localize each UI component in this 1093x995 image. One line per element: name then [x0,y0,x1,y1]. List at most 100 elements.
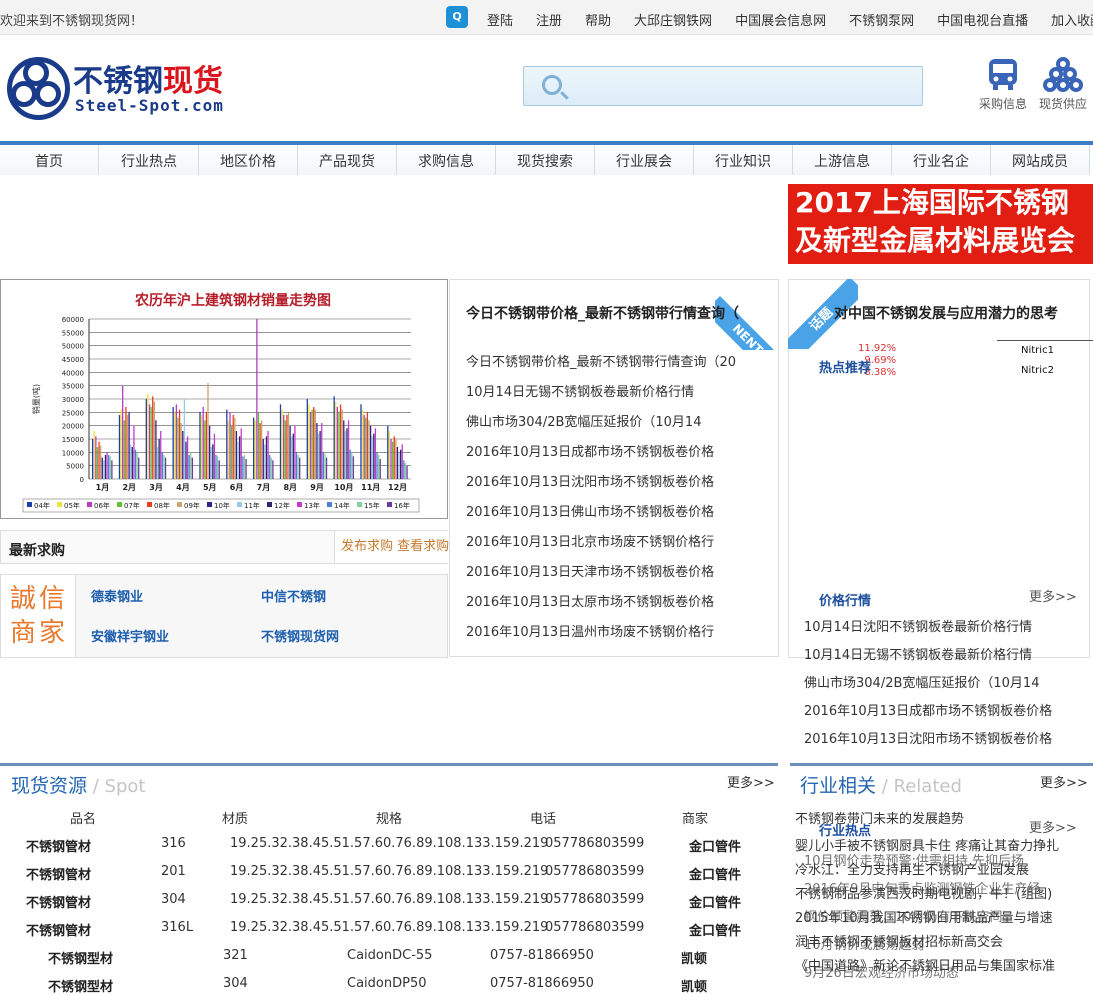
nav-home[interactable]: 首页 [0,145,99,175]
chart-bar [387,425,389,479]
spot-cell-name[interactable]: 不锈钢管材 [26,920,91,939]
spot-cell-material: 304 [161,892,186,907]
nav-upstream-info[interactable]: 上游信息 [793,145,892,175]
logo-text[interactable]: 不锈钢现货 [73,56,223,100]
nav-site-members[interactable]: 网站成员 [991,145,1090,175]
nav-industry-knowledge[interactable]: 行业知识 [694,145,793,175]
chart-xtick-label: 10月 [334,483,353,492]
news-item[interactable]: 2016年10月13日温州市场废不锈钢价格行 [466,618,776,648]
daqiuzhuang-link[interactable]: 大邱庄钢铁网 [634,10,712,29]
spot-cell-merchant[interactable]: 金口管件 [689,836,741,855]
nav-famous-companies[interactable]: 行业名企 [892,145,991,175]
price-item[interactable]: 10月14日沈阳不锈钢板卷最新价格行情 [804,614,1052,642]
hot-item[interactable]: 钢价预警震荡，10月仍有下跌空间 [804,904,1040,932]
chart-legend-label: 13年 [304,501,320,510]
related-more-link[interactable]: 更多>> [1040,772,1088,791]
news-headline[interactable]: 今日不锈钢带价格_最新不锈钢带行情查询（ [466,303,739,323]
pump-link[interactable]: 不锈钢泵网 [849,10,914,29]
spot-cell-name[interactable]: 不锈钢管材 [26,836,91,855]
merchant-link[interactable]: 不锈钢现货网 [261,626,339,645]
help-link[interactable]: 帮助 [585,10,611,29]
chart-bar [286,415,288,479]
news-item[interactable]: 2016年10月13日太原市场不锈钢板卷价格 [466,588,776,618]
chart-bar [155,420,157,479]
chart-xtick-label: 1月 [96,483,110,492]
nav-industry-expo[interactable]: 行业展会 [595,145,694,175]
merchant-link[interactable]: 德泰钢业 [91,586,143,605]
nav-product-spot[interactable]: 产品现货 [298,145,397,175]
news-item[interactable]: 2016年10月13日成都市场不锈钢板卷价格 [466,438,776,468]
spot-cell-name[interactable]: 不锈钢型材 [48,948,113,967]
spot-more-link[interactable]: 更多>> [727,772,775,791]
news-item[interactable]: 10月14日无锡不锈钢板卷最新价格行情 [466,378,776,408]
nav-purchase-info[interactable]: 求购信息 [397,145,496,175]
add-favorite-link[interactable]: 加入收藏 [1051,10,1093,29]
price-item[interactable]: 2016年10月13日沈阳市场不锈钢板卷价格 [804,726,1052,754]
spot-cell-merchant[interactable]: 凯顿 [681,976,707,995]
price-item[interactable]: 佛山市场304/2B宽幅压延报价（10月14 [804,670,1052,698]
news-item[interactable]: 今日不锈钢带价格_最新不锈钢带行情查询（20 [466,348,776,378]
qq-icon[interactable]: Q [446,6,468,28]
chart-bar [311,409,313,479]
topic-title[interactable]: 对中国不锈钢发展与应用潜力的思考 [834,303,1058,323]
chart-ylabel: 销量(吨) [31,384,41,414]
purchase-links[interactable]: 发布求购 查看求购 [334,531,449,563]
price-more-link[interactable]: 更多>> [1029,586,1077,605]
login-link[interactable]: 登陆 [487,10,513,29]
tv-live-link[interactable]: 中国电视台直播 [937,10,1028,29]
hot-item[interactable]: 10月钢价或震荡趋弱 [804,932,1040,960]
search-input[interactable] [523,66,923,106]
spot-cell-name[interactable]: 不锈钢管材 [26,864,91,883]
spot-cell-spec: 19.25.32.38.45.51.57.60.76.89.108.133.15… [230,864,549,879]
chart-bar [178,409,181,479]
industry-hot-more-link[interactable]: 更多>> [1029,817,1077,836]
chart-bar [240,428,242,479]
purchase-info-label: 采购信息 [978,97,1027,111]
chart-bar [399,449,402,479]
news-item[interactable]: 2016年10月13日佛山市场不锈钢板卷价格 [466,498,776,528]
sales-chart-svg: 农历年沪上建筑钢材销量走势图销量(吨) 0 5000 10000 15000 20000 2… [22,292,420,513]
nav-spot-search[interactable]: 现货搜索 [496,145,595,175]
nav-regional-price[interactable]: 地区价格 [199,145,298,175]
spot-cell-merchant[interactable]: 凯顿 [681,948,707,967]
sales-chart[interactable]: 农历年沪上建筑钢材销量走势图 销量(吨) 0 5000 10000 15000 20000 2… [0,279,448,519]
purchase-info-button[interactable]: 采购信息 [973,55,1033,112]
news-item[interactable]: 2016年10月13日沈阳市场不锈钢板卷价格 [466,468,776,498]
chart-bar [254,420,256,479]
chart-bar [314,409,316,479]
logo-domain[interactable]: Steel-Spot.com [75,96,224,115]
register-link[interactable]: 注册 [536,10,562,29]
news-item[interactable]: 佛山市场304/2B宽幅压延报价（10月14 [466,408,776,438]
spot-cell-merchant[interactable]: 金口管件 [689,920,741,939]
spot-supply-button[interactable]: 现货供应 [1033,55,1093,112]
spot-cell-name[interactable]: 不锈钢型材 [48,976,113,995]
chart-legend-swatch [87,502,92,507]
spot-cell-material: 321 [223,948,248,963]
news-item[interactable]: 2016年10月13日北京市场废不锈钢价格行 [466,528,776,558]
expo-banner[interactable]: 2017上海国际不锈钢 及新型金属材料展览会 [788,184,1093,264]
chart-bar [339,404,342,479]
spot-cell-merchant[interactable]: 金口管件 [689,864,741,883]
merchant-link[interactable]: 中信不锈钢 [261,586,326,605]
chart-legend-swatch [357,502,362,507]
search-icon[interactable] [542,75,562,95]
hot-item[interactable]: 2016年9月中旬重点监测钢铁企业生产经 [804,876,1040,904]
chart-bar [333,396,335,479]
spot-cell-material: 304 [223,976,248,991]
spot-cell-material: 201 [161,864,186,879]
hot-item[interactable]: 9月26日宏观经济市场动态 [804,960,1040,988]
spot-cell-merchant[interactable]: 金口管件 [689,892,741,911]
hot-item[interactable]: 10月钢价走势预警:供需相持 先抑后扬 [804,848,1040,876]
chart-bar [393,436,395,479]
industry-hot-list: 10月钢价走势预警:供需相持 先抑后扬 2016年9月中旬重点监测钢铁企业生产经… [804,848,1040,988]
logo-mark-icon[interactable] [7,57,70,120]
expo-info-link[interactable]: 中国展会信息网 [735,10,826,29]
news-item[interactable]: 2016年10月13日天津市场不锈钢板卷价格 [466,558,776,588]
nav-industry-hot[interactable]: 行业热点 [100,145,199,175]
merchant-link[interactable]: 安徽祥宇钢业 [91,626,169,645]
chart-xtick-label: 11月 [361,483,380,492]
price-item[interactable]: 10月14日无锡不锈钢板卷最新价格行情 [804,642,1052,670]
chart-legend-swatch [237,502,242,507]
spot-cell-name[interactable]: 不锈钢管材 [26,892,91,911]
price-item[interactable]: 2016年10月13日成都市场不锈钢板卷价格 [804,698,1052,726]
